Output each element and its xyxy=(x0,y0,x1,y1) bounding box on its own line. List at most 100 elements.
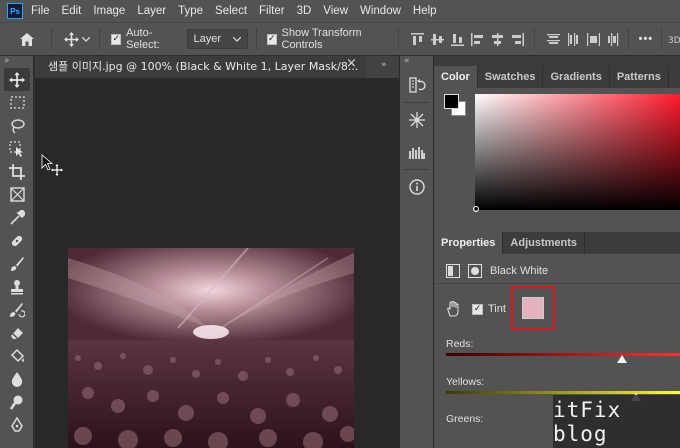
blur-tool-icon[interactable] xyxy=(4,367,30,390)
expand-panels-icon[interactable]: « xyxy=(400,56,433,68)
tint-highlight-box xyxy=(511,286,555,330)
align-horizontal-center-icon[interactable] xyxy=(491,32,504,46)
right-panel-group: Color Swatches Gradients Patterns Proper… xyxy=(434,56,680,448)
document-tab-bar: 샘플 이미지.jpg @ 100% (Black & White 1, Laye… xyxy=(35,56,399,78)
layer-mask-icon[interactable] xyxy=(468,263,482,278)
show-transform-label: Show Transform Controls xyxy=(281,27,362,51)
healing-brush-tool-icon[interactable] xyxy=(4,229,30,252)
align-bottom-icon[interactable] xyxy=(450,33,464,46)
align-left-icon[interactable] xyxy=(470,32,484,46)
paint-bucket-tool-icon[interactable] xyxy=(4,344,30,367)
watermark: itFix blog xyxy=(553,395,680,448)
document-tab-title: 샘플 이미지.jpg @ 100% (Black & White 1, Laye… xyxy=(48,60,359,73)
targeted-adjustment-hand-icon[interactable] xyxy=(446,301,460,317)
auto-select-dropdown[interactable]: Layer xyxy=(186,29,249,49)
clone-stamp-tool-icon[interactable] xyxy=(4,275,30,298)
reds-label: Reds: xyxy=(446,338,474,350)
history-brush-tool-icon[interactable] xyxy=(4,298,30,321)
tab-color[interactable]: Color xyxy=(434,66,478,88)
eyedropper-tool-icon[interactable] xyxy=(4,206,30,229)
history-panel-icon[interactable] xyxy=(402,70,432,100)
document-area: 샘플 이미지.jpg @ 100% (Black & White 1, Laye… xyxy=(35,56,399,448)
brush-settings-icon[interactable] xyxy=(402,105,432,135)
brushes-panel-icon[interactable] xyxy=(402,137,432,167)
menu-help[interactable]: Help xyxy=(413,5,437,17)
distribute-top-icon[interactable] xyxy=(546,33,560,46)
yellows-slider-track[interactable] xyxy=(446,391,680,394)
pen-tool-icon[interactable] xyxy=(4,413,30,436)
color-picker-cursor[interactable] xyxy=(473,206,479,212)
align-top-icon[interactable] xyxy=(410,32,424,46)
menu-bar: Ps File Edit Image Layer Type Select Fil… xyxy=(0,0,680,22)
photoshop-logo-icon: Ps xyxy=(7,3,23,19)
options-bar: ✓ Auto-Select: Layer ✓ Show Transform Co… xyxy=(0,22,680,56)
auto-select-checkbox[interactable]: ✓ xyxy=(111,33,122,45)
marquee-tool-icon[interactable] xyxy=(4,91,30,114)
collapsed-panel-dock: « xyxy=(399,56,434,448)
menu-window[interactable]: Window xyxy=(360,5,401,17)
3d-mode-icon[interactable]: 3D xyxy=(668,33,680,45)
chevron-down-icon[interactable] xyxy=(82,36,91,42)
menu-type[interactable]: Type xyxy=(178,5,203,17)
tab-patterns[interactable]: Patterns xyxy=(610,66,669,88)
distribute-right-icon[interactable] xyxy=(607,32,620,46)
auto-select-value: Layer xyxy=(193,33,222,45)
move-tool-icon[interactable] xyxy=(4,68,30,91)
adjustment-name: Black White xyxy=(490,264,549,277)
tint-color-swatch[interactable] xyxy=(522,297,544,319)
document-tab[interactable]: 샘플 이미지.jpg @ 100% (Black & White 1, Laye… xyxy=(35,56,366,78)
chevron-down-icon xyxy=(233,36,242,42)
distribute-center-icon[interactable] xyxy=(586,32,600,46)
tint-checkbox[interactable]: ✓ xyxy=(472,303,483,315)
color-picker-field[interactable] xyxy=(475,94,680,210)
move-cursor-icon xyxy=(41,154,63,176)
reds-slider-thumb[interactable] xyxy=(616,355,627,363)
collapse-panels-icon[interactable]: » xyxy=(381,60,387,70)
tab-adjustments[interactable]: Adjustments xyxy=(503,232,586,254)
menu-edit[interactable]: Edit xyxy=(62,5,82,17)
auto-select-label: Auto-Select: xyxy=(126,27,160,51)
tab-gradients[interactable]: Gradients xyxy=(543,66,610,88)
align-controls xyxy=(410,32,524,46)
show-transform-checkbox[interactable]: ✓ xyxy=(266,33,277,45)
align-right-icon[interactable] xyxy=(511,32,524,46)
distribute-controls xyxy=(546,32,620,46)
more-options-button[interactable]: ••• xyxy=(639,33,654,45)
lasso-tool-icon[interactable] xyxy=(4,114,30,137)
info-panel-icon[interactable] xyxy=(402,172,432,202)
close-document-icon[interactable]: × xyxy=(346,56,357,71)
tint-label: Tint xyxy=(488,303,506,315)
tab-properties[interactable]: Properties xyxy=(434,232,504,254)
menu-3d[interactable]: 3D xyxy=(297,5,312,17)
field-sunset-photo xyxy=(68,248,354,448)
reds-slider-track[interactable] xyxy=(446,353,680,356)
frame-tool-icon[interactable] xyxy=(4,183,30,206)
menu-file[interactable]: File xyxy=(31,5,50,17)
home-icon[interactable] xyxy=(18,32,37,46)
move-tool-icon[interactable] xyxy=(63,31,80,47)
color-panel-tabs: Color Swatches Gradients Patterns xyxy=(434,66,680,88)
object-selection-tool-icon[interactable] xyxy=(4,137,30,160)
align-vertical-center-icon[interactable] xyxy=(430,33,444,46)
foreground-color-swatch[interactable] xyxy=(444,94,459,109)
menu-view[interactable]: View xyxy=(323,5,348,17)
tab-swatches[interactable]: Swatches xyxy=(478,66,544,88)
tools-panel: » xyxy=(0,56,34,448)
menu-select[interactable]: Select xyxy=(215,5,247,17)
brush-tool-icon[interactable] xyxy=(4,252,30,275)
canvas-image[interactable] xyxy=(68,248,354,448)
distribute-left-icon[interactable] xyxy=(567,32,580,46)
menu-filter[interactable]: Filter xyxy=(259,5,285,17)
collapse-toolbar-icon[interactable]: » xyxy=(0,56,33,68)
adjustment-layer-icon xyxy=(446,263,460,278)
dodge-tool-icon[interactable] xyxy=(4,390,30,413)
menu-layer[interactable]: Layer xyxy=(137,5,166,17)
color-panel xyxy=(434,88,680,238)
svg-text:3D: 3D xyxy=(668,36,680,45)
adjustment-header: Black White xyxy=(434,258,680,284)
menu-image[interactable]: Image xyxy=(93,5,125,17)
tint-row: ✓ Tint xyxy=(434,294,680,324)
crop-tool-icon[interactable] xyxy=(4,160,30,183)
eraser-tool-icon[interactable] xyxy=(4,321,30,344)
yellows-label: Yellows: xyxy=(446,376,485,388)
